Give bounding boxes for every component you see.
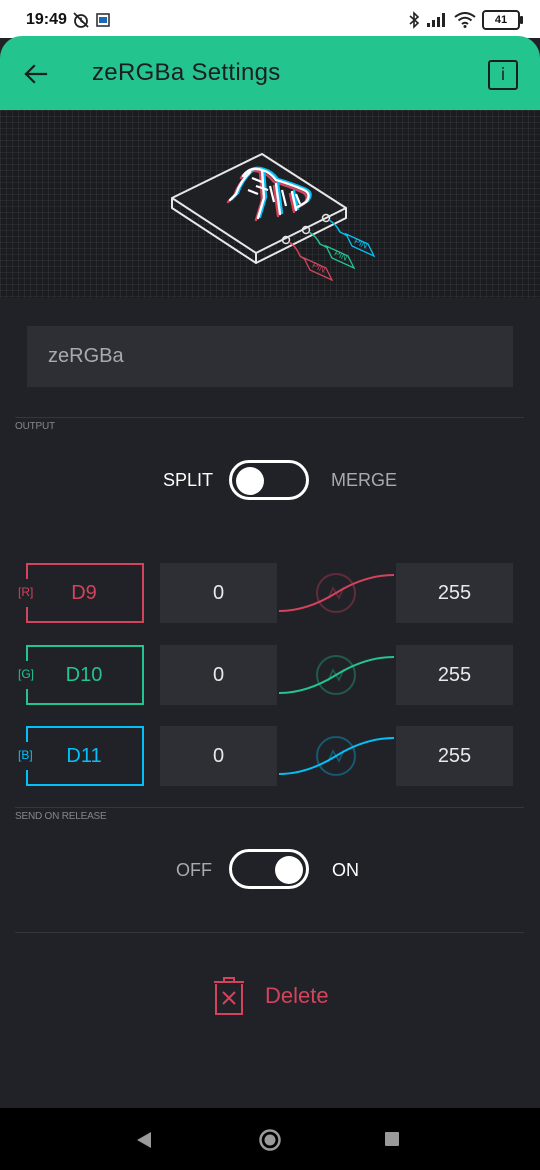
nav-back-icon[interactable]	[136, 1131, 152, 1149]
zebra-device-illustration: PIN PIN PIN	[171, 153, 376, 282]
system-nav-bar	[0, 1108, 540, 1170]
wifi-icon	[454, 12, 476, 28]
info-button[interactable]: i	[488, 60, 518, 90]
divider	[15, 932, 524, 933]
pin-select-blue[interactable]: D11	[26, 726, 144, 786]
max-value-blue[interactable]: 255	[396, 726, 513, 786]
split-merge-toggle[interactable]	[229, 460, 309, 500]
trash-icon	[214, 977, 244, 1015]
send-on-release-row: OFF ON	[0, 849, 540, 893]
send-on-release-section-label: SEND ON RELEASE	[15, 811, 107, 822]
nav-home-icon[interactable]	[258, 1128, 282, 1152]
page-title: zeRGBa Settings	[92, 59, 281, 86]
back-button[interactable]	[20, 58, 52, 90]
delete-label: Delete	[265, 983, 329, 1008]
off-label: OFF	[176, 860, 212, 880]
pin-tag-green: PIN	[333, 249, 349, 263]
widget-illustration: PIN PIN PIN	[0, 110, 540, 298]
pin-select-green[interactable]: D10	[26, 645, 144, 705]
gallery-icon	[96, 13, 110, 27]
alarm-off-icon	[73, 12, 89, 28]
widget-name-input[interactable]	[27, 326, 513, 387]
status-time: 19:49	[26, 11, 67, 28]
min-value-green[interactable]: 0	[160, 645, 277, 705]
toggle-knob	[236, 467, 264, 495]
min-value-red[interactable]: 0	[160, 563, 277, 623]
pin-tag-blue: PIN	[353, 237, 369, 251]
pin-row-red: [R] D9 0 255	[0, 563, 540, 625]
mapping-curve-red	[278, 573, 395, 613]
mapping-curve-green	[278, 655, 395, 695]
signal-icon	[427, 13, 445, 27]
split-label: SPLIT	[163, 470, 214, 490]
divider	[15, 807, 524, 808]
toggle-knob	[275, 856, 303, 884]
pin-row-blue: [B] D11 0 255	[0, 726, 540, 788]
max-value-red[interactable]: 255	[396, 563, 513, 623]
send-on-release-toggle[interactable]	[229, 849, 309, 889]
pin-row-green: [G] D10 0 255	[0, 645, 540, 707]
bluetooth-icon	[409, 11, 420, 29]
delete-button[interactable]: Delete	[212, 976, 352, 1018]
on-label: ON	[332, 860, 359, 880]
pin-select-red[interactable]: D9	[26, 563, 144, 623]
battery-icon: 41	[482, 10, 523, 30]
mapping-curve-blue	[278, 736, 395, 776]
pin-tag-red: PIN	[311, 261, 327, 275]
output-section-label: OUTPUT	[15, 421, 55, 432]
merge-label: MERGE	[331, 470, 398, 490]
status-bar: 19:49 41	[0, 0, 540, 38]
max-value-green[interactable]: 255	[396, 645, 513, 705]
arrow-left-icon	[24, 64, 48, 84]
nav-recents-icon[interactable]	[385, 1132, 399, 1146]
divider	[15, 417, 524, 418]
app-bar: zeRGBa Settings i	[0, 36, 540, 110]
min-value-blue[interactable]: 0	[160, 726, 277, 786]
output-toggle-row: SPLIT MERGE	[0, 460, 540, 504]
